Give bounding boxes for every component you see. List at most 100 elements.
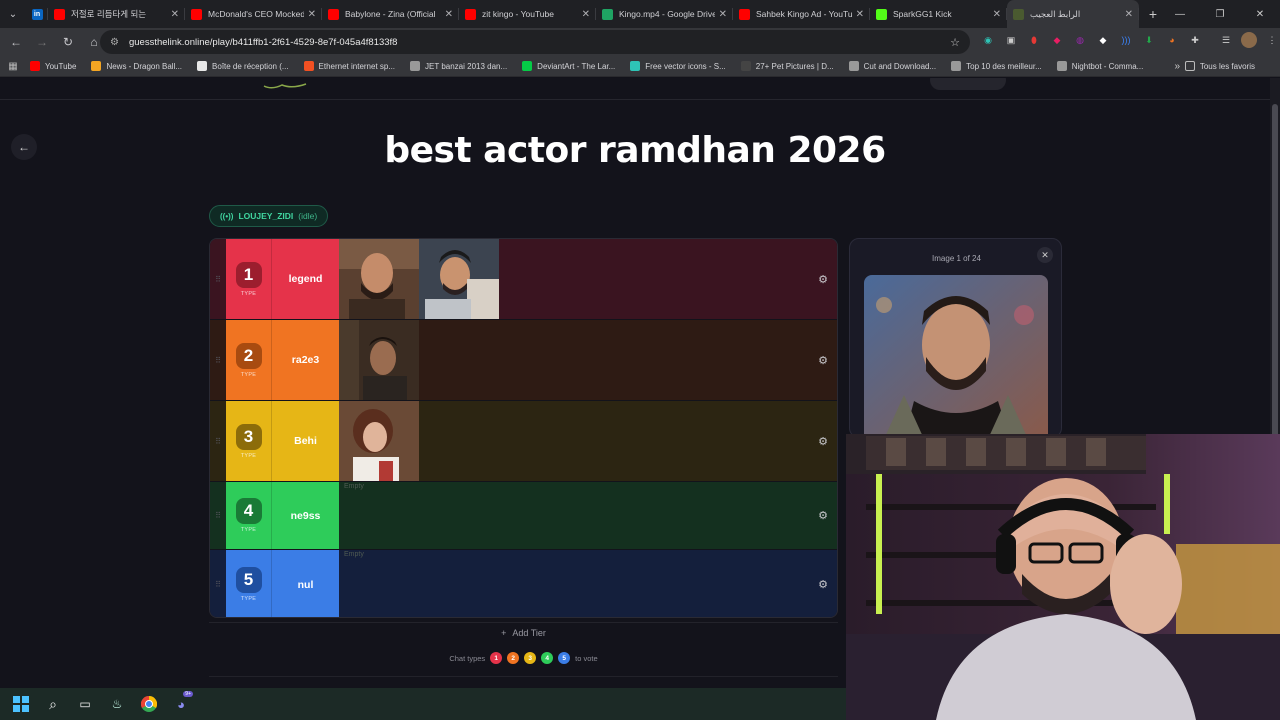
bookmark-label: 27+ Pet Pictures | D... bbox=[755, 61, 834, 71]
browser-tab[interactable]: Sahbek Kingo Ad - YouTube ✕ bbox=[733, 0, 870, 28]
tier-name[interactable]: Behi bbox=[272, 401, 339, 481]
bookmark-item[interactable]: JET banzai 2013 dan... bbox=[410, 61, 507, 71]
tab-active[interactable]: الرابط العجيب ✕ bbox=[1007, 0, 1139, 28]
close-tab-icon[interactable]: ✕ bbox=[1125, 9, 1133, 20]
extension-icon[interactable]: ◕ bbox=[1164, 32, 1180, 48]
tier-name[interactable]: nul bbox=[272, 550, 339, 617]
chrome-icon[interactable] bbox=[136, 691, 162, 717]
menu-icon[interactable]: ⋮ bbox=[1264, 32, 1280, 48]
browser-tab[interactable]: SparkGG1 Kick ✕ bbox=[870, 0, 1007, 28]
forward-button[interactable]: → bbox=[30, 30, 54, 54]
bookmark-item[interactable]: Ethernet internet sp... bbox=[303, 61, 395, 71]
browser-tab[interactable]: McDonald's CEO Mocked ✕ bbox=[185, 0, 322, 28]
discord-icon[interactable]: ◕ 9+ bbox=[168, 691, 194, 717]
bookmark-item[interactable]: 27+ Pet Pictures | D... bbox=[740, 61, 834, 71]
bookmark-item[interactable]: YouTube bbox=[30, 61, 76, 71]
actor-image[interactable] bbox=[339, 239, 419, 319]
close-tab-icon[interactable]: ✕ bbox=[171, 9, 179, 20]
tier-settings-gear-icon[interactable]: ⚙ bbox=[817, 435, 829, 448]
notification-badge: 9+ bbox=[183, 691, 193, 697]
steam-icon[interactable]: ♨ bbox=[104, 691, 130, 717]
drag-handle-icon[interactable]: ⠿ bbox=[210, 401, 226, 481]
reading-list-icon[interactable]: ☰ bbox=[1218, 32, 1234, 48]
tab-title: Sahbek Kingo Ad - YouTube bbox=[756, 9, 852, 19]
tier-settings-gear-icon[interactable]: ⚙ bbox=[817, 578, 829, 591]
tier-settings-gear-icon[interactable]: ⚙ bbox=[817, 509, 829, 522]
bookmark-item[interactable]: News - Dragon Ball... bbox=[91, 61, 182, 71]
site-logo[interactable] bbox=[262, 80, 310, 90]
close-tab-icon[interactable]: ✕ bbox=[308, 9, 316, 20]
download-icon[interactable]: ⬇ bbox=[1141, 32, 1157, 48]
streamer-status-badge: ((•)) LOUJEY_ZIDI (idle) bbox=[209, 205, 329, 227]
bookmark-item[interactable]: Boîte de réception (... bbox=[197, 61, 289, 71]
tier-drop-zone[interactable]: ⚙ bbox=[339, 320, 837, 400]
close-tab-icon[interactable]: ✕ bbox=[719, 9, 727, 20]
tier-settings-gear-icon[interactable]: ⚙ bbox=[817, 273, 829, 286]
bookmark-label: DeviantArt - The Lar... bbox=[537, 61, 616, 71]
extension-icon[interactable]: ◆ bbox=[1049, 32, 1065, 48]
user-menu[interactable] bbox=[930, 78, 1006, 90]
extension-icon[interactable]: ◉ bbox=[980, 32, 996, 48]
tier-settings-gear-icon[interactable]: ⚙ bbox=[817, 354, 829, 367]
bookmark-star-icon[interactable]: ☆ bbox=[950, 36, 960, 49]
tier-drop-zone[interactable]: Empty ⚙ bbox=[339, 482, 837, 549]
restore-button[interactable]: ❐ bbox=[1200, 0, 1240, 28]
actor-image[interactable] bbox=[419, 239, 499, 319]
browser-tab[interactable]: 저절로 리듬타게 되는 ✕ bbox=[48, 0, 185, 28]
tier-name[interactable]: ra2e3 bbox=[272, 320, 339, 400]
tab-search-button[interactable]: ⌄ bbox=[0, 0, 26, 28]
extension-icon[interactable]: ◆ bbox=[1095, 32, 1111, 48]
close-preview-icon[interactable]: ✕ bbox=[1037, 247, 1053, 263]
reload-button[interactable]: ↻ bbox=[56, 30, 80, 54]
browser-tab[interactable]: Babylone - Zina (Official ✕ bbox=[322, 0, 459, 28]
extension-icon[interactable]: ◍ bbox=[1072, 32, 1088, 48]
browser-tab[interactable]: Kingo.mp4 - Google Drive ✕ bbox=[596, 0, 733, 28]
profile-avatar[interactable] bbox=[1241, 32, 1257, 48]
bookmark-item[interactable]: DeviantArt - The Lar... bbox=[522, 61, 615, 71]
close-window-button[interactable]: ✕ bbox=[1240, 0, 1280, 28]
bookmark-favicon-icon bbox=[1056, 61, 1067, 71]
add-tier-button[interactable]: + Add Tier bbox=[209, 622, 838, 642]
current-actor-image[interactable] bbox=[864, 275, 1048, 439]
address-bar[interactable]: ⚙ guessthelink.online/play/b411ffb1-2f61… bbox=[100, 30, 970, 54]
bookmark-item[interactable]: Nightbot - Comma... bbox=[1056, 61, 1143, 71]
tier-number: 1 bbox=[235, 261, 262, 288]
close-tab-icon[interactable]: ✕ bbox=[445, 9, 453, 20]
tab-linkedin[interactable]: in bbox=[26, 0, 48, 28]
drag-handle-icon[interactable]: ⠿ bbox=[210, 550, 226, 617]
apps-grid-icon[interactable]: ▦ bbox=[0, 61, 26, 72]
tier-name[interactable]: ne9ss bbox=[272, 482, 339, 549]
tier-drop-zone[interactable]: ⚙ bbox=[339, 401, 837, 481]
tab-title: Babylone - Zina (Official bbox=[345, 9, 436, 19]
extension-icon[interactable]: ))) bbox=[1118, 32, 1134, 48]
bookmark-item[interactable]: Free vector icons - S... bbox=[630, 61, 726, 71]
drag-handle-icon[interactable]: ⠿ bbox=[210, 482, 226, 549]
task-view-icon[interactable]: ▭ bbox=[72, 691, 98, 717]
back-button[interactable]: ← bbox=[4, 30, 28, 54]
all-bookmarks-button[interactable]: Tous les favoris bbox=[1184, 61, 1255, 71]
tier-number: 5 bbox=[235, 567, 262, 593]
extensions-puzzle-icon[interactable]: ✚ bbox=[1187, 32, 1203, 48]
close-tab-icon[interactable]: ✕ bbox=[856, 9, 864, 20]
drag-handle-icon[interactable]: ⠿ bbox=[210, 320, 226, 400]
close-tab-icon[interactable]: ✕ bbox=[993, 9, 1001, 20]
tier-drop-zone[interactable]: ⚙ bbox=[339, 239, 837, 319]
more-bookmarks-icon[interactable]: » bbox=[1174, 61, 1180, 72]
drag-handle-icon[interactable]: ⠿ bbox=[210, 239, 226, 319]
site-info-icon[interactable]: ⚙ bbox=[110, 37, 119, 48]
camera-extension-icon[interactable]: ▣ bbox=[1003, 32, 1019, 48]
tier-name[interactable]: legend bbox=[272, 239, 339, 319]
bookmark-item[interactable]: Cut and Download... bbox=[848, 61, 936, 71]
bookmark-item[interactable]: Top 10 des meilleur... bbox=[951, 61, 1042, 71]
bookmark-favicon-icon bbox=[303, 61, 314, 71]
tier-drop-zone[interactable]: Empty ⚙ bbox=[339, 550, 837, 617]
browser-tab[interactable]: zit kingo - YouTube ✕ bbox=[459, 0, 596, 28]
search-icon[interactable]: ⌕ bbox=[40, 691, 66, 717]
extension-icon[interactable]: ⬮ bbox=[1026, 32, 1042, 48]
close-tab-icon[interactable]: ✕ bbox=[582, 9, 590, 20]
actor-image[interactable] bbox=[339, 401, 419, 481]
start-windows-icon[interactable] bbox=[8, 691, 34, 717]
actor-image[interactable] bbox=[339, 320, 419, 400]
site-favicon-icon bbox=[1013, 8, 1024, 20]
minimize-button[interactable]: — bbox=[1160, 0, 1200, 28]
